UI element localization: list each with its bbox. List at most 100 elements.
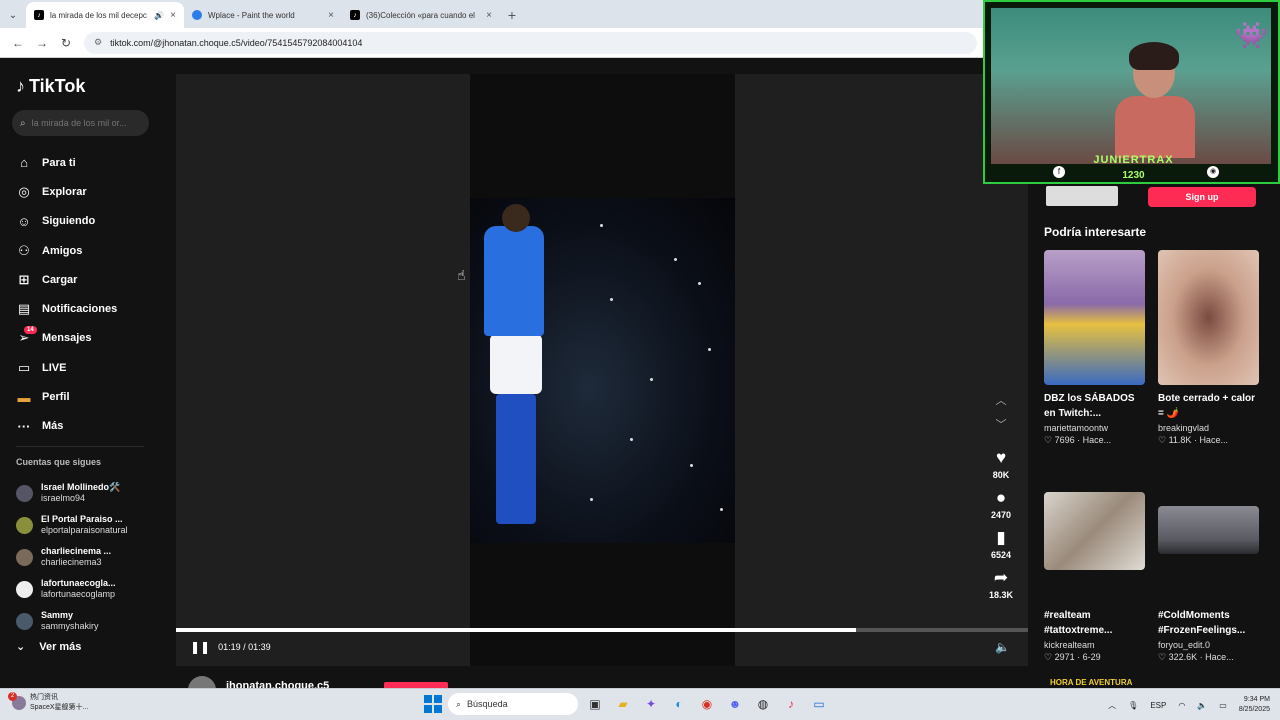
like-button[interactable]: ♥ 80K [984,448,1018,480]
edge-icon[interactable]: ◐ [668,693,690,715]
logo-text: TikTok [29,76,86,96]
video-user[interactable]: breakingvlad [1158,423,1259,433]
nav-item-amigos[interactable]: ⚇ Amigos [16,236,166,265]
video-user[interactable]: foryou_edit.0 [1158,640,1259,650]
avatar [16,516,33,534]
browser-tab-1[interactable]: ♪ la mirada de los mil decepc 🔊 × [26,2,184,28]
snow-particle [590,498,593,501]
url-field[interactable]: ⚙ tiktok.com/@jhonatan.choque.c5/video/7… [84,31,977,54]
account-username: lafortunaecoglamp [41,589,116,599]
nav-item-cargar[interactable]: ⊞ Cargar [16,265,166,294]
share-button[interactable]: ➦ 18.3K [984,568,1018,600]
comment-count: 2470 [990,510,1012,520]
tab-search-icon[interactable]: ⌄ [0,2,26,28]
discord-icon[interactable]: ☻ [724,693,746,715]
clock[interactable]: 9:34 PM 8/25/2025 [1239,695,1270,715]
video-title[interactable]: DBZ los SÁBADOS en Twitch:... [1044,391,1145,421]
nav-item-mensajes[interactable]: ➢ 14 Mensajes [16,324,166,353]
nav-item-para-ti[interactable]: ⌂ Para ti [16,148,166,177]
chevron-up-icon[interactable]: ︿ [984,392,1018,416]
bookmark-button[interactable]: ▮ 6524 [984,528,1018,560]
back-icon[interactable]: ← [6,31,30,55]
wifi-icon[interactable]: ◠ [1178,701,1185,710]
following-account[interactable]: lafortunaecogla... lafortunaecoglamp [16,573,171,605]
new-tab-button[interactable]: + [500,2,524,28]
copilot-icon[interactable]: ✦ [640,693,662,715]
ver-mas-button[interactable]: ⌄ Ver más [16,640,81,654]
following-account[interactable]: charliecinema ... charliecinema3 [16,541,171,573]
progress-bar[interactable] [176,628,1028,632]
nav-item-notificaciones[interactable]: ▤ Notificaciones [16,294,166,323]
video-card[interactable]: #ColdMoments #FrozenFeelings... foryou_e… [1158,506,1259,663]
video-card[interactable]: DBZ los SÁBADOS en Twitch:... mariettamo… [1044,250,1145,446]
following-account[interactable]: El Portal Paraiso ... elportalparaisonatu… [16,509,171,541]
search-icon: ⌕ [456,698,462,709]
action-bar: ︿ ﹀ ♥ 80K ● 2470 ▮ 6524 ➦ 18.3K [984,392,1018,600]
video-user[interactable]: kickrealteam [1044,640,1145,650]
video-thumbnail[interactable] [1158,506,1259,554]
chrome-icon[interactable]: ◉ [696,693,718,715]
close-tab-icon[interactable]: × [170,10,176,21]
task-view-icon[interactable]: ▣ [584,693,606,715]
video-date: Hace... [1205,652,1234,662]
reload-icon[interactable]: ↻ [54,31,78,55]
video-player[interactable]: ☝ ︿ ﹀ ♥ 80K ● 2470 ▮ 6524 ➦ 18.3K ❚❚ 01:19 /… [176,74,1028,666]
obs-icon[interactable]: ◍ [752,693,774,715]
live-icon: ▭ [17,359,31,375]
file-explorer-icon[interactable]: ▰ [612,693,634,715]
bookmark-count: 6524 [990,550,1012,560]
nav-item-live[interactable]: ▭ LIVE [16,353,166,382]
forward-icon[interactable]: → [30,31,54,55]
capcut-icon[interactable]: ♪ [780,693,802,715]
snow-particle [674,258,677,261]
news-widget[interactable]: 2 热门资讯 SpaceX星舰第十... [8,692,88,713]
video-thumbnail[interactable] [1158,250,1259,385]
following-account[interactable]: Sammy sammyshakiry [16,605,171,637]
taskbar-search[interactable]: ⌕ Búsqueda [448,693,578,715]
tray-chevron-icon[interactable]: ︿ [1108,700,1116,711]
close-tab-icon[interactable]: × [328,10,334,21]
volume-icon[interactable]: 🔈 [1197,701,1207,710]
site-info-icon[interactable]: ⚙ [94,37,102,48]
speaker-icon[interactable]: 🔊 [154,11,164,20]
close-tab-icon[interactable]: × [486,10,492,21]
video-user[interactable]: mariettamoontw [1044,423,1145,433]
nav-item-explorar[interactable]: ◎ Explorar [16,177,166,206]
video-title[interactable]: #ColdMoments #FrozenFeelings... [1158,608,1259,638]
nav-item-mas[interactable]: ··· Más [16,412,166,441]
video-card[interactable]: Bote cerrado + calor = 🌶️ breakingvlad ♡… [1158,250,1259,446]
search-input[interactable] [31,118,132,128]
chevron-down-icon[interactable]: ﹀ [984,416,1018,440]
comment-button[interactable]: ● 2470 [984,488,1018,520]
nav-item-siguiendo[interactable]: ☺ Siguiendo [16,207,166,236]
search-icon: ⌕ [20,117,26,129]
nav-item-perfil[interactable]: ▬ Perfil [16,382,166,411]
battery-icon[interactable]: ▭ [1219,701,1227,710]
video-title[interactable]: #realteam #tattoxtreme... [1044,608,1145,638]
nav-label: Explorar [42,185,87,198]
pause-icon[interactable]: ❚❚ [190,640,210,654]
video-card[interactable]: #realteam #tattoxtreme... kickrealteam ♡… [1044,492,1145,663]
windows-start-icon[interactable] [424,695,442,713]
account-name: Israel Mollinedo🛠️ [41,482,121,492]
news-line-1: 热门资讯 [30,694,58,701]
following-account[interactable]: Israel Mollinedo🛠️ israelmo94 [16,477,171,509]
video-thumbnail[interactable] [1044,492,1145,570]
lang-indicator[interactable]: ESP [1150,701,1166,710]
login-placeholder[interactable] [1046,186,1118,206]
video-date: 6-29 [1082,652,1101,662]
volume-icon[interactable]: 🔈 [995,640,1010,654]
video-thumbnail[interactable] [1044,250,1145,385]
browser-tab-2[interactable]: Wplace - Paint the world × [184,2,342,28]
mic-icon[interactable]: 🎙 [1128,701,1138,710]
nav-label: LIVE [42,361,67,374]
video-frame[interactable] [470,198,735,543]
app-window-icon[interactable]: ▭ [808,693,830,715]
browser-tab-3[interactable]: ♪ (36)Colección «para cuando el × [342,2,500,28]
signup-button[interactable]: Sign up [1148,187,1256,207]
video-title[interactable]: Bote cerrado + calor = 🌶️ [1158,391,1259,421]
webcam-overlay: 👾 f JUNIERTRAX 1230 ◉ [983,0,1280,184]
tiktok-logo[interactable]: ♪ TikTok [16,76,85,97]
search-box[interactable]: ⌕ [12,110,149,136]
taskbar-search-label: Búsqueda [467,699,508,709]
